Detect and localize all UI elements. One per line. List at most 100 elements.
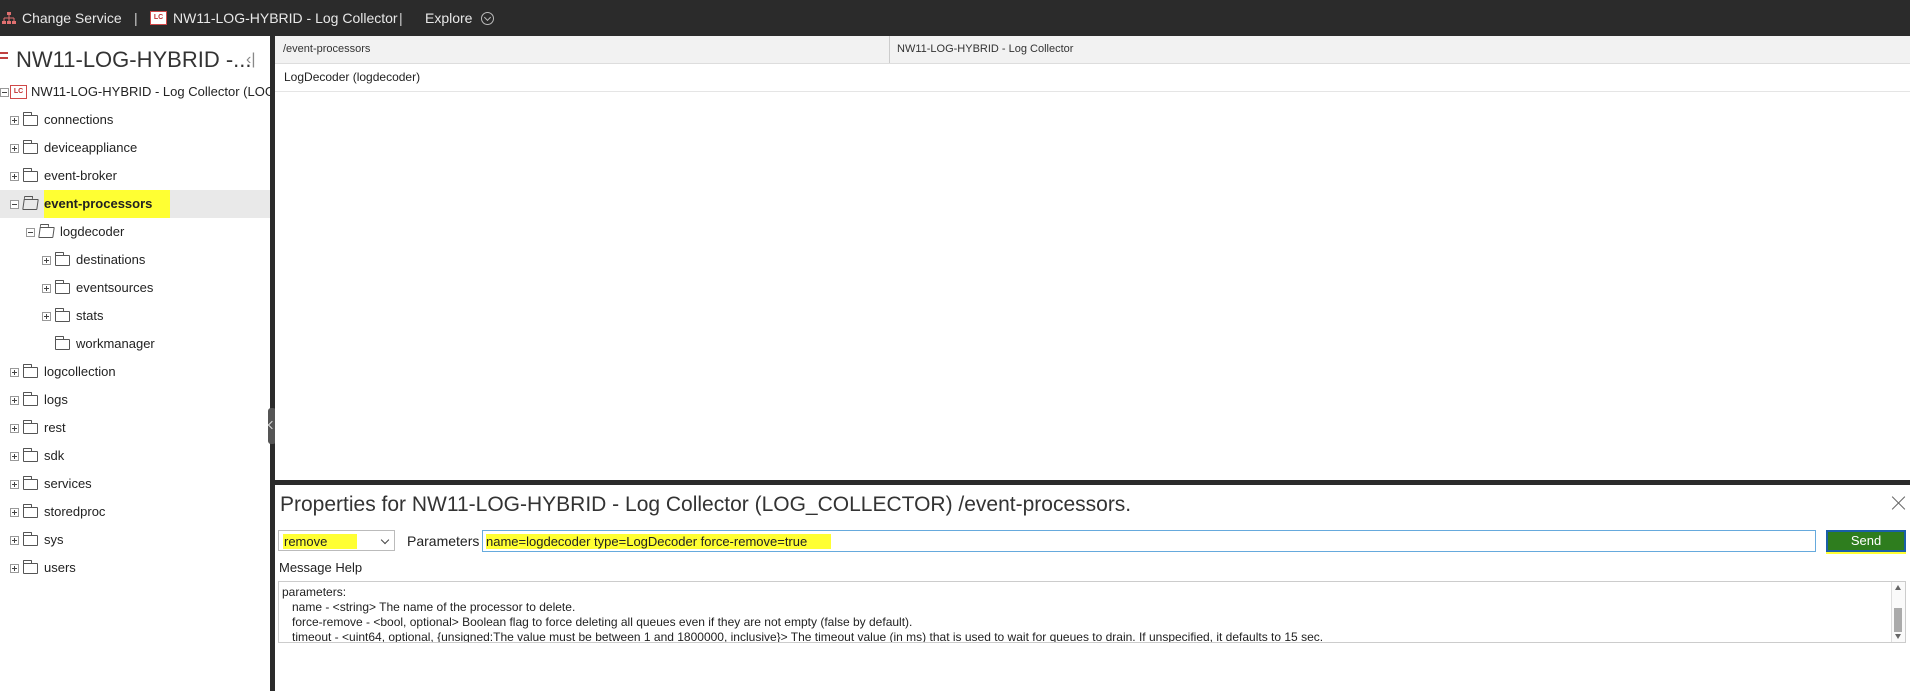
tree-handle-icon xyxy=(0,52,8,59)
scroll-thumb[interactable] xyxy=(1894,608,1902,632)
parameters-input[interactable]: name=logdecoder type=LogDecoder force-re… xyxy=(482,530,1816,552)
expand-icon[interactable] xyxy=(10,535,19,545)
tree-item-eventsources[interactable]: eventsources xyxy=(42,274,153,302)
explore-menu[interactable]: Explore xyxy=(425,0,495,36)
folder-icon xyxy=(23,503,38,518)
message-help-text[interactable]: parameters: name - <string> The name of … xyxy=(278,581,1906,643)
service-tab[interactable]: LC NW11-LOG-HYBRID - Log Collector xyxy=(150,0,398,36)
tree-item-label: stats xyxy=(76,308,104,323)
tree-title: NW11-LOG-HYBRID -... xyxy=(16,47,252,72)
message-select-value: remove xyxy=(283,534,358,549)
expand-icon[interactable] xyxy=(42,283,51,293)
expand-icon[interactable] xyxy=(42,255,51,265)
tree-item-label: users xyxy=(44,560,76,575)
chevron-down-icon xyxy=(481,11,495,25)
tree-item-sys[interactable]: sys xyxy=(10,526,64,554)
tree-item-logcollection[interactable]: logcollection xyxy=(10,358,116,386)
tree-item-deviceappliance[interactable]: deviceappliance xyxy=(10,134,137,162)
properties-panel: Properties for NW11-LOG-HYBRID - Log Col… xyxy=(275,485,1910,691)
column-header-service[interactable]: NW11-LOG-HYBRID - Log Collector xyxy=(897,36,1073,63)
tree-item-label: logs xyxy=(44,392,68,407)
help-line: name - <string> The name of the processo… xyxy=(292,600,576,614)
expand-icon[interactable] xyxy=(10,367,19,377)
tree-root[interactable]: LC NW11-LOG-HYBRID - Log Collector (LOG_… xyxy=(0,78,302,106)
tree-item-event-processors[interactable]: event-processors xyxy=(0,190,270,218)
tree-item-rest[interactable]: rest xyxy=(10,414,66,442)
folder-icon xyxy=(23,139,38,154)
log-collector-icon: LC xyxy=(150,11,167,25)
tree-item-label: event-processors xyxy=(44,190,171,218)
change-service-button[interactable]: Change Service xyxy=(2,0,122,36)
close-icon[interactable] xyxy=(1891,495,1907,511)
help-line: force-remove - <bool, optional> Boolean … xyxy=(292,615,913,629)
network-icon xyxy=(2,12,16,24)
expand-icon[interactable] xyxy=(10,115,19,125)
column-resize-handle[interactable] xyxy=(889,36,890,63)
tree-item-storedproc[interactable]: storedproc xyxy=(10,498,105,526)
table-cell: LogDecoder (logdecoder) xyxy=(284,70,421,84)
log-collector-icon: LC xyxy=(10,85,27,99)
collapse-panel-icon[interactable]: ‹| xyxy=(246,51,264,69)
tree-header: NW11-LOG-HYBRID -... ‹| xyxy=(0,46,270,74)
table-row[interactable]: LogDecoder (logdecoder) xyxy=(275,64,1910,92)
top-bar: Change Service | LC NW11-LOG-HYBRID - Lo… xyxy=(0,0,1910,36)
message-select[interactable]: remove xyxy=(278,530,395,551)
folder-icon xyxy=(23,447,38,462)
tree-item-label: services xyxy=(44,476,92,491)
collapse-icon[interactable] xyxy=(26,227,35,237)
expand-icon[interactable] xyxy=(10,479,19,489)
explore-tree-panel: NW11-LOG-HYBRID -... ‹| LC NW11-LOG-HYBR… xyxy=(0,36,302,691)
tree-item-label: sdk xyxy=(44,448,65,463)
folder-icon xyxy=(23,111,38,126)
tree-item-users[interactable]: users xyxy=(10,554,76,582)
parameters-label: Parameters xyxy=(407,533,480,549)
tree-item-logdecoder[interactable]: logdecoder xyxy=(26,218,124,246)
help-line: parameters: xyxy=(282,585,347,599)
collapse-icon[interactable] xyxy=(0,87,9,97)
expand-icon[interactable] xyxy=(10,563,19,573)
folder-icon xyxy=(55,279,70,294)
folder-icon xyxy=(55,251,70,266)
parameters-input-value: name=logdecoder type=LogDecoder force-re… xyxy=(486,534,832,549)
collapse-icon[interactable] xyxy=(10,199,19,209)
tree-item-label: connections xyxy=(44,112,114,127)
expand-icon[interactable] xyxy=(10,143,19,153)
tree-item-workmanager[interactable]: workmanager xyxy=(55,330,155,358)
tree-item-label: event-broker xyxy=(44,168,117,183)
folder-icon xyxy=(23,167,38,182)
scroll-down-icon[interactable] xyxy=(1895,634,1901,639)
tree-item-label: sys xyxy=(44,532,64,547)
expand-icon[interactable] xyxy=(10,507,19,517)
tree-item-sdk[interactable]: sdk xyxy=(10,442,64,470)
column-header-path[interactable]: /event-processors xyxy=(283,36,370,63)
help-line: timeout - <uint64, optional, {unsigned:T… xyxy=(292,630,1324,643)
tree-item-event-broker[interactable]: event-broker xyxy=(10,162,117,190)
folder-icon xyxy=(55,335,70,350)
send-button[interactable]: Send xyxy=(1826,530,1906,552)
tree-item-label: eventsources xyxy=(76,280,154,295)
folder-icon xyxy=(23,559,38,574)
tree-item-stats[interactable]: stats xyxy=(42,302,103,330)
expand-icon[interactable] xyxy=(10,451,19,461)
topbar-separator: | xyxy=(399,10,403,26)
help-scrollbar[interactable] xyxy=(1891,582,1905,642)
folder-icon xyxy=(55,307,70,322)
tree-root-label: NW11-LOG-HYBRID - Log Collector (LOG_C..… xyxy=(31,84,303,99)
tree-item-services[interactable]: services xyxy=(10,470,92,498)
expand-icon[interactable] xyxy=(10,395,19,405)
tree-item-label: workmanager xyxy=(76,336,155,351)
tree-item-logs[interactable]: logs xyxy=(10,386,68,414)
tree-item-label: rest xyxy=(44,420,66,435)
tree-item-destinations[interactable]: destinations xyxy=(42,246,145,274)
scroll-up-icon[interactable] xyxy=(1895,585,1901,590)
tree-item-label: logcollection xyxy=(44,364,116,379)
expand-icon[interactable] xyxy=(42,311,51,321)
expand-icon[interactable] xyxy=(10,171,19,181)
grid-header: /event-processors NW11-LOG-HYBRID - Log … xyxy=(275,36,1910,64)
folder-open-icon xyxy=(22,198,39,210)
message-help-label: Message Help xyxy=(279,560,363,575)
tree-item-connections[interactable]: connections xyxy=(10,106,113,134)
expand-icon[interactable] xyxy=(10,423,19,433)
folder-icon xyxy=(23,363,38,378)
tree-item-label: deviceappliance xyxy=(44,140,138,155)
